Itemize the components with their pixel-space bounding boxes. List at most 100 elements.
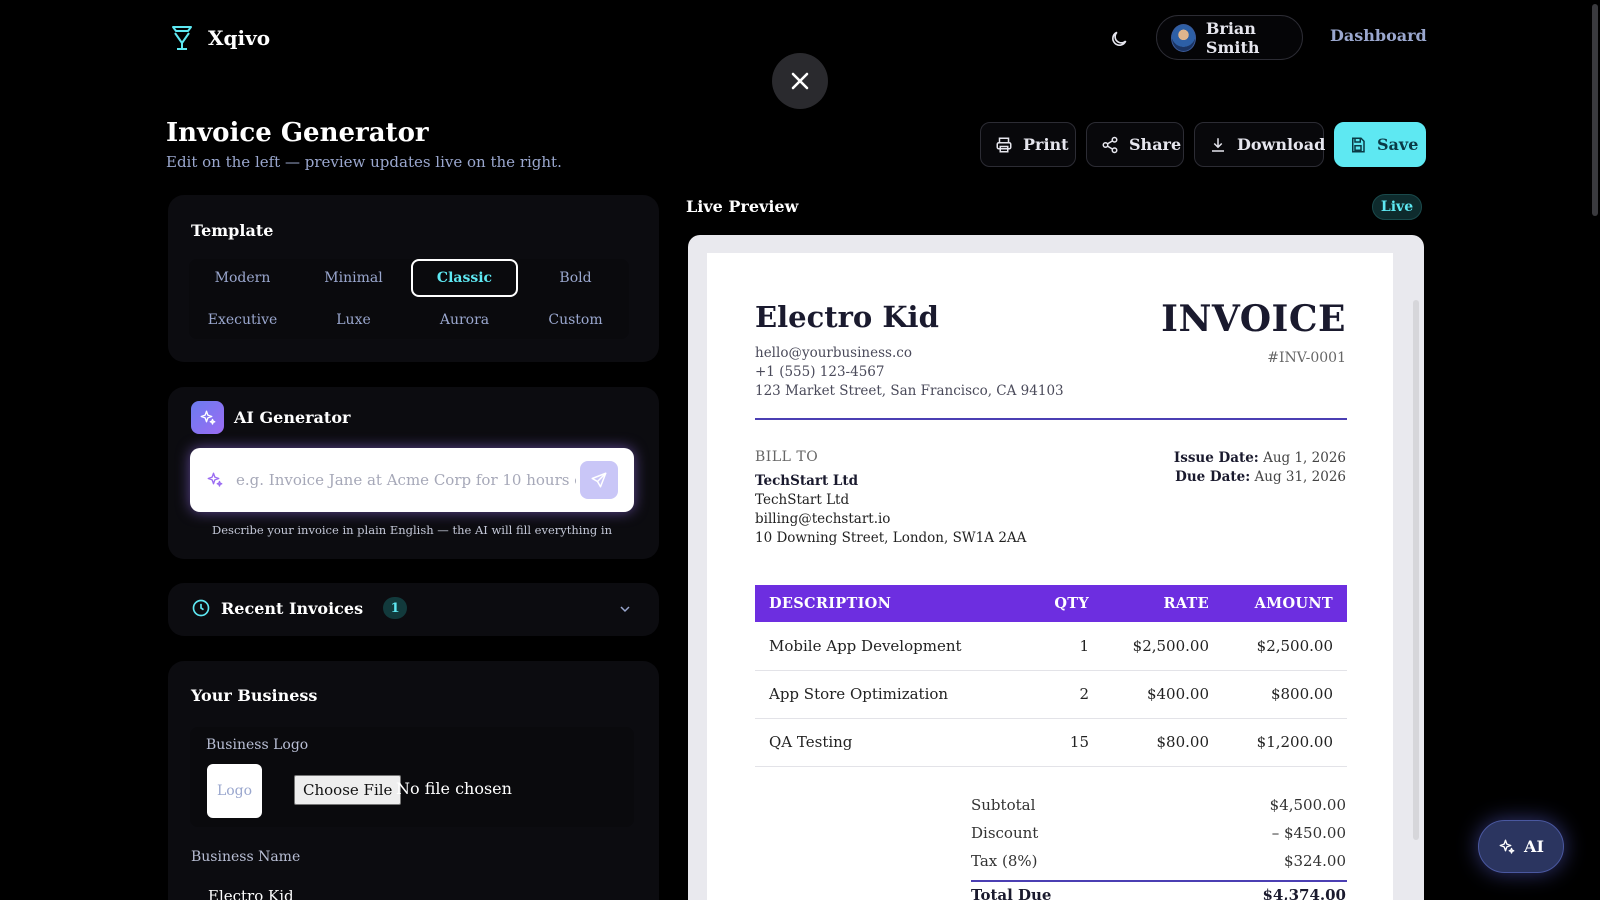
- moon-icon: [1109, 29, 1129, 49]
- client-address: 10 Downing Street, London, SW1A 2AA: [755, 530, 1027, 546]
- template-options: Modern Minimal Classic Bold Executive Lu…: [189, 259, 629, 339]
- item-rate: $400.00: [1103, 670, 1223, 719]
- choose-file-button[interactable]: Choose File: [294, 775, 402, 805]
- table-header-row: DESCRIPTION QTY RATE AMOUNT: [755, 585, 1347, 622]
- client-name: TechStart Ltd: [755, 492, 850, 508]
- clock-icon: [191, 598, 211, 618]
- due-date-value: Aug 31, 2026: [1254, 469, 1347, 485]
- line-items-table: DESCRIPTION QTY RATE AMOUNT Mobile App D…: [755, 585, 1347, 767]
- user-menu-button[interactable]: Brian Smith: [1156, 15, 1303, 60]
- column-header-qty: QTY: [1033, 585, 1103, 622]
- header-divider: [755, 418, 1347, 420]
- invoice-business-name: Electro Kid: [755, 300, 939, 334]
- ai-generator-header: AI Generator: [191, 401, 350, 434]
- page-title: Invoice Generator: [166, 118, 429, 148]
- save-label: Save: [1377, 135, 1419, 154]
- dashboard-link[interactable]: Dashboard: [1330, 26, 1427, 45]
- sparkle-icon: [191, 401, 224, 434]
- theme-toggle-button[interactable]: [1106, 26, 1132, 52]
- business-panel-title: Your Business: [191, 686, 318, 705]
- brand[interactable]: Xqivo: [168, 24, 270, 52]
- invoice-business-email: hello@yourbusiness.co: [755, 345, 912, 361]
- client-email: billing@techstart.io: [755, 511, 891, 527]
- ai-assistant-button[interactable]: AI: [1478, 820, 1564, 873]
- close-button[interactable]: [772, 53, 828, 109]
- table-row: App Store Optimization 2 $400.00 $800.00: [755, 670, 1347, 719]
- template-option-aurora[interactable]: Aurora: [411, 301, 518, 339]
- download-label: Download: [1237, 135, 1326, 154]
- column-header-amount: AMOUNT: [1223, 585, 1347, 622]
- logo-placeholder: Logo: [207, 764, 262, 818]
- item-qty: 15: [1033, 718, 1103, 767]
- template-option-executive[interactable]: Executive: [189, 301, 296, 339]
- template-option-luxe[interactable]: Luxe: [300, 301, 407, 339]
- template-option-classic[interactable]: Classic: [411, 259, 518, 297]
- item-qty: 2: [1033, 670, 1103, 719]
- tax-label: Tax (8%): [971, 852, 1038, 870]
- ai-hint-text: Describe your invoice in plain English —…: [212, 523, 612, 537]
- ai-assistant-label: AI: [1524, 837, 1544, 856]
- template-option-modern[interactable]: Modern: [189, 259, 296, 297]
- invoice-business-address: 123 Market Street, San Francisco, CA 941…: [755, 383, 1064, 399]
- table-row: QA Testing 15 $80.00 $1,200.00: [755, 718, 1347, 767]
- ai-prompt-input[interactable]: [236, 471, 576, 489]
- invoice-title: INVOICE: [1161, 298, 1346, 340]
- sparkle-icon: [1498, 838, 1516, 856]
- file-status: No file chosen: [396, 779, 512, 798]
- template-option-custom[interactable]: Custom: [522, 301, 629, 339]
- sparkle-icon: [206, 471, 224, 489]
- bill-to-label: BILL TO: [755, 449, 819, 465]
- invoice-business-phone: +1 (555) 123-4567: [755, 364, 885, 380]
- due-date: Due Date: Aug 31, 2026: [1175, 469, 1346, 485]
- business-name-label: Business Name: [191, 849, 301, 865]
- client-company: TechStart Ltd: [755, 473, 859, 489]
- user-name: Brian Smith: [1205, 18, 1260, 57]
- brand-name: Xqivo: [208, 26, 271, 50]
- download-button[interactable]: Download: [1194, 122, 1326, 167]
- tax-value: $324.00: [1283, 852, 1346, 870]
- recent-invoices-count: 1: [383, 597, 408, 619]
- download-icon: [1209, 136, 1227, 154]
- column-header-description: DESCRIPTION: [755, 585, 1033, 622]
- ai-prompt-field[interactable]: [190, 448, 634, 512]
- print-button[interactable]: Print: [980, 122, 1076, 167]
- table-row: Mobile App Development 1 $2,500.00 $2,50…: [755, 622, 1347, 671]
- live-badge: Live: [1372, 194, 1422, 220]
- item-rate: $2,500.00: [1103, 622, 1223, 671]
- template-option-minimal[interactable]: Minimal: [300, 259, 407, 297]
- ai-generator-title: AI Generator: [234, 408, 351, 427]
- issue-date: Issue Date: Aug 1, 2026: [1174, 450, 1346, 466]
- template-panel-title: Template: [191, 221, 274, 240]
- chevron-down-icon[interactable]: [617, 601, 633, 617]
- share-button[interactable]: Share: [1086, 122, 1184, 167]
- column-header-rate: RATE: [1103, 585, 1223, 622]
- save-button[interactable]: Save: [1334, 122, 1426, 167]
- total-due-value: $4,374.00: [1262, 886, 1346, 900]
- item-description: Mobile App Development: [755, 622, 1033, 671]
- business-logo-label: Business Logo: [206, 737, 309, 753]
- send-button[interactable]: [580, 461, 618, 499]
- template-option-bold[interactable]: Bold: [522, 259, 629, 297]
- share-icon: [1101, 136, 1119, 154]
- item-amount: $1,200.00: [1223, 718, 1347, 767]
- discount-value: – $450.00: [1271, 824, 1346, 842]
- business-name-input[interactable]: Electro Kid: [208, 887, 294, 900]
- subtotal-value: $4,500.00: [1269, 796, 1346, 814]
- item-amount: $2,500.00: [1223, 622, 1347, 671]
- live-preview-label: Live Preview: [686, 197, 799, 216]
- recent-invoices-header[interactable]: Recent Invoices 1: [191, 597, 408, 619]
- preview-scrollbar[interactable]: [1413, 300, 1419, 840]
- discount-label: Discount: [971, 824, 1039, 842]
- subtotal-label: Subtotal: [971, 796, 1036, 814]
- print-label: Print: [1023, 135, 1069, 154]
- brand-logo-icon: [168, 24, 196, 52]
- send-icon: [590, 471, 608, 489]
- item-description: App Store Optimization: [755, 670, 1033, 719]
- page-subtitle: Edit on the left — preview updates live …: [166, 153, 562, 171]
- page-scrollbar[interactable]: [1592, 4, 1598, 216]
- printer-icon: [995, 136, 1013, 154]
- totals-divider: [971, 880, 1347, 882]
- item-amount: $800.00: [1223, 670, 1347, 719]
- share-label: Share: [1129, 135, 1182, 154]
- close-icon: [790, 71, 810, 91]
